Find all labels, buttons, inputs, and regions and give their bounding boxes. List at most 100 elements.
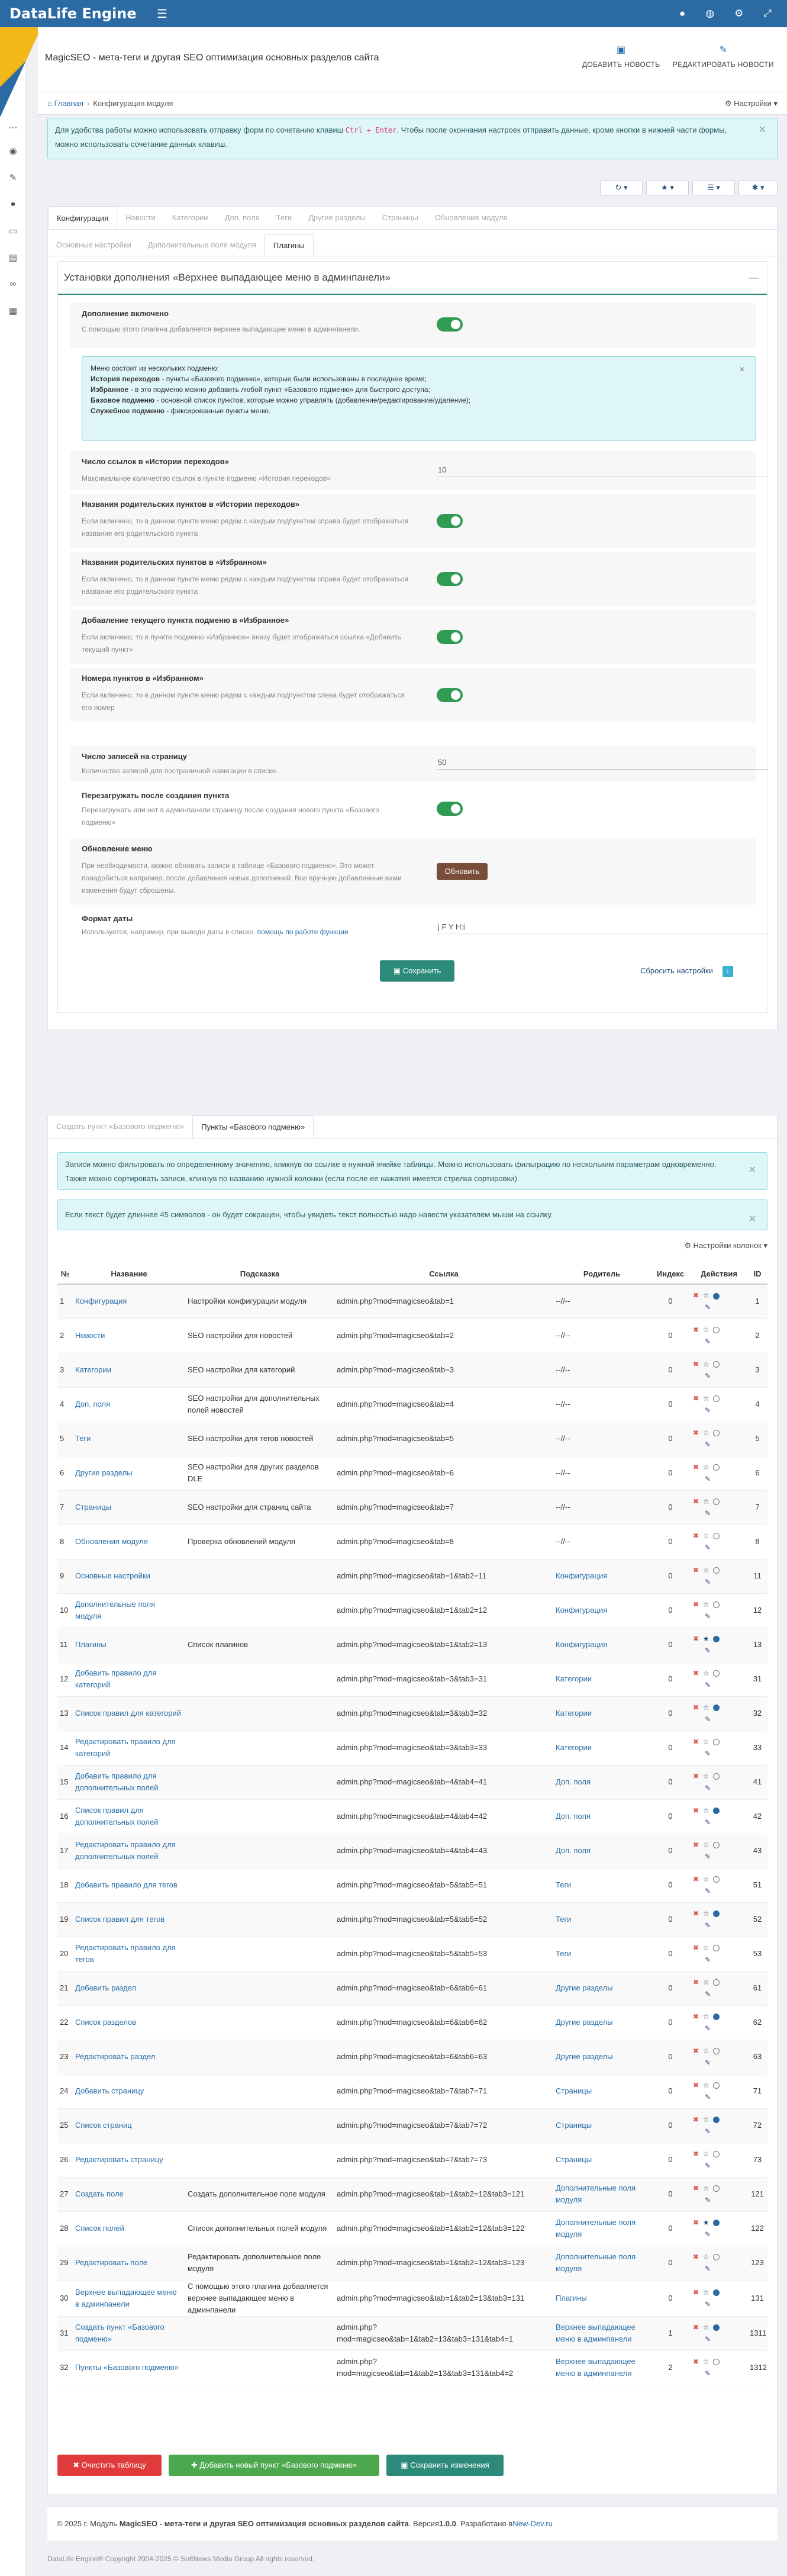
- row-parent-link[interactable]: Верхнее выпадающее меню в админпанели: [556, 2357, 636, 2378]
- edit-pencil-icon[interactable]: ✎: [705, 1954, 745, 1966]
- edit-pencil-icon[interactable]: ✎: [705, 1336, 745, 1348]
- row-name-link[interactable]: Добавить правило для категорий: [75, 1668, 157, 1689]
- sidebar-monitor-icon[interactable]: ▭: [0, 226, 26, 236]
- delete-icon[interactable]: ✖: [693, 2184, 699, 2192]
- favorite-star-icon[interactable]: ☆: [703, 1944, 709, 1952]
- row-name[interactable]: Плагины: [73, 1628, 185, 1662]
- edit-pencil-icon[interactable]: ✎: [705, 1782, 745, 1794]
- add-current-toggle[interactable]: [437, 630, 463, 644]
- select-radio[interactable]: [713, 1292, 720, 1300]
- row-parent[interactable]: Теги: [553, 1902, 650, 1937]
- row-parent-link[interactable]: Доп. поля: [556, 1777, 591, 1786]
- user-icon[interactable]: ●: [679, 8, 685, 20]
- edit-pencil-icon[interactable]: ✎: [705, 1439, 745, 1451]
- tab-config[interactable]: Конфигурация: [48, 207, 118, 229]
- favorite-star-icon[interactable]: ☆: [703, 2358, 709, 2366]
- row-name[interactable]: Дополнительные поля модуля: [73, 1593, 185, 1628]
- save-changes-button[interactable]: ▣ Сохранить изменения: [386, 2455, 504, 2476]
- favorite-star-icon[interactable]: ☆: [703, 1463, 709, 1471]
- edit-pencil-icon[interactable]: ✎: [705, 2057, 745, 2069]
- delete-icon[interactable]: ✖: [693, 1600, 699, 1609]
- edit-pencil-icon[interactable]: ✎: [705, 2194, 745, 2206]
- row-name-link[interactable]: Другие разделы: [75, 1468, 133, 1477]
- row-name-link[interactable]: Список правил для дополнительных полей: [75, 1806, 159, 1826]
- row-name[interactable]: Редактировать правило для категорий: [73, 1731, 185, 1765]
- edit-pencil-icon[interactable]: ✎: [705, 2125, 745, 2137]
- row-name[interactable]: Добавить правило для дополнительных поле…: [73, 1765, 185, 1800]
- favorite-star-icon[interactable]: ☆: [703, 2288, 709, 2297]
- delete-icon[interactable]: ✖: [693, 1703, 699, 1712]
- favorite-star-icon[interactable]: ☆: [703, 2184, 709, 2192]
- row-parent-link[interactable]: Страницы: [556, 2121, 592, 2130]
- row-parent-link[interactable]: Другие разделы: [556, 2052, 613, 2061]
- edit-pencil-icon[interactable]: ✎: [705, 1851, 745, 1863]
- service-menu-dropdown-button[interactable]: ✱ ▾: [738, 180, 778, 195]
- col-name[interactable]: Название: [73, 1264, 185, 1285]
- row-name[interactable]: Добавить страницу: [73, 2074, 185, 2109]
- select-radio[interactable]: [713, 2151, 720, 2158]
- reset-settings-button[interactable]: Сбросить настройки i: [640, 966, 733, 977]
- row-name-link[interactable]: Обновления модуля: [75, 1537, 148, 1546]
- row-name[interactable]: Обновления модуля: [73, 1525, 185, 1559]
- delete-icon[interactable]: ✖: [693, 2150, 699, 2158]
- row-name-link[interactable]: Редактировать правило для категорий: [75, 1737, 176, 1758]
- row-parent[interactable]: Категории: [553, 1696, 650, 1731]
- delete-icon[interactable]: ✖: [693, 1291, 699, 1300]
- favorite-star-icon[interactable]: ☆: [703, 1703, 709, 1712]
- delete-icon[interactable]: ✖: [693, 2012, 699, 2021]
- row-name[interactable]: Создать пункт «Базового подменю»: [73, 2316, 185, 2351]
- row-parent[interactable]: Другие разделы: [553, 1971, 650, 2006]
- delete-icon[interactable]: ✖: [693, 1978, 699, 1986]
- breadcrumb-home[interactable]: Главная: [54, 99, 83, 108]
- select-radio[interactable]: [713, 1945, 720, 1952]
- edit-pencil-icon[interactable]: ✎: [705, 1610, 745, 1622]
- delete-icon[interactable]: ✖: [693, 1875, 699, 1883]
- sidebar-dashboard-icon[interactable]: ◉: [0, 146, 26, 156]
- row-parent-link[interactable]: Другие разделы: [556, 2018, 613, 2027]
- close-icon[interactable]: ✕: [759, 123, 766, 137]
- row-parent-link[interactable]: Доп. поля: [556, 1812, 591, 1821]
- row-name-link[interactable]: Редактировать раздел: [75, 2052, 155, 2061]
- select-radio[interactable]: [713, 2324, 720, 2331]
- delete-icon[interactable]: ✖: [693, 2218, 699, 2227]
- tab-updates[interactable]: Обновления модуля: [427, 207, 516, 229]
- row-name[interactable]: Страницы: [73, 1490, 185, 1525]
- row-parent-link[interactable]: Теги: [556, 1915, 571, 1924]
- row-name-link[interactable]: Добавить правило для дополнительных поле…: [75, 1771, 159, 1792]
- favorite-star-icon[interactable]: ☆: [703, 1394, 709, 1403]
- tab-create-item[interactable]: Создать пункт «Базового подменю»: [48, 1115, 192, 1138]
- close-icon[interactable]: ✕: [739, 364, 745, 375]
- row-parent[interactable]: Конфигурация: [553, 1628, 650, 1662]
- select-radio[interactable]: [713, 1464, 720, 1471]
- row-name[interactable]: Редактировать правило для дополнительных…: [73, 1834, 185, 1869]
- row-name[interactable]: Список правил для тегов: [73, 1902, 185, 1937]
- edit-pencil-icon[interactable]: ✎: [705, 1404, 745, 1416]
- favorites-dropdown-button[interactable]: ★ ▾: [646, 180, 689, 195]
- reload-toggle[interactable]: [437, 802, 463, 816]
- sidebar-link-icon[interactable]: ∞: [0, 279, 26, 289]
- developer-link[interactable]: New-Dev.ru: [512, 2519, 553, 2528]
- row-name[interactable]: Редактировать раздел: [73, 2040, 185, 2075]
- favorite-star-icon[interactable]: ☆: [703, 1806, 709, 1815]
- delete-icon[interactable]: ✖: [693, 1497, 699, 1506]
- row-name[interactable]: Редактировать правило для тегов: [73, 1937, 185, 1972]
- row-parent-link[interactable]: Теги: [556, 1880, 571, 1889]
- col-index[interactable]: Индекс: [650, 1264, 691, 1285]
- row-name-link[interactable]: Редактировать поле: [75, 2258, 147, 2267]
- favorite-star-icon[interactable]: ☆: [703, 2323, 709, 2331]
- favorite-star-icon[interactable]: ☆: [703, 1326, 709, 1334]
- row-parent[interactable]: Плагины: [553, 2280, 650, 2317]
- row-name-link[interactable]: Пункты «Базового подменю»: [75, 2363, 179, 2372]
- delete-icon[interactable]: ✖: [693, 1394, 699, 1403]
- select-radio[interactable]: [713, 1533, 720, 1540]
- favorite-star-icon[interactable]: ☆: [703, 1360, 709, 1368]
- row-name[interactable]: Категории: [73, 1353, 185, 1388]
- edit-pencil-icon[interactable]: ✎: [705, 1713, 745, 1725]
- favorite-star-icon[interactable]: ☆: [703, 1429, 709, 1437]
- tab-xfields[interactable]: Доп. поля: [217, 207, 268, 229]
- row-name[interactable]: Основные настройки: [73, 1559, 185, 1594]
- select-radio[interactable]: [713, 1498, 720, 1506]
- row-name-link[interactable]: Доп. поля: [75, 1400, 110, 1408]
- col-number[interactable]: №: [57, 1264, 73, 1285]
- delete-icon[interactable]: ✖: [693, 1944, 699, 1952]
